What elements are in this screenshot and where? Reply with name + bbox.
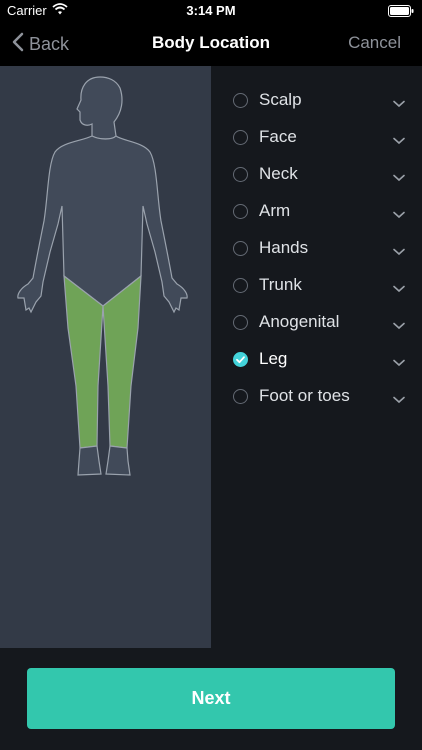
location-label: Face bbox=[259, 127, 297, 146]
location-label: Anogenital bbox=[259, 312, 340, 331]
radio-unchecked-icon[interactable] bbox=[233, 93, 248, 108]
body-figure bbox=[17, 76, 188, 476]
radio-unchecked-icon[interactable] bbox=[233, 241, 248, 256]
body-map-panel bbox=[0, 66, 211, 648]
radio-checked-icon[interactable] bbox=[233, 352, 248, 367]
right-foot[interactable] bbox=[105, 445, 131, 476]
location-label: Hands bbox=[259, 238, 309, 257]
body-torso[interactable] bbox=[17, 135, 188, 314]
left-foot[interactable] bbox=[77, 445, 102, 476]
chevron-down-icon[interactable] bbox=[393, 206, 405, 224]
location-item-anogenital[interactable]: Anogenital bbox=[220, 304, 422, 341]
chevron-down-icon[interactable] bbox=[393, 132, 405, 150]
chevron-down-icon[interactable] bbox=[393, 317, 405, 335]
location-item-arm[interactable]: Arm bbox=[220, 193, 422, 230]
chevron-down-icon[interactable] bbox=[393, 169, 405, 187]
chevron-down-icon[interactable] bbox=[393, 280, 405, 298]
chevron-down-icon[interactable] bbox=[393, 391, 405, 409]
location-label: Neck bbox=[259, 164, 298, 183]
next-button[interactable]: Next bbox=[27, 668, 395, 729]
body-head[interactable] bbox=[76, 76, 123, 140]
location-item-neck[interactable]: Neck bbox=[220, 156, 422, 193]
location-item-leg[interactable]: Leg bbox=[220, 341, 422, 378]
right-leg[interactable] bbox=[102, 274, 142, 449]
location-label: Trunk bbox=[259, 275, 302, 294]
radio-unchecked-icon[interactable] bbox=[233, 315, 248, 330]
radio-unchecked-icon[interactable] bbox=[233, 167, 248, 182]
radio-unchecked-icon[interactable] bbox=[233, 130, 248, 145]
status-time: 3:14 PM bbox=[186, 3, 236, 18]
location-list: Scalp Face Neck Arm Hands Trunk Anogenit… bbox=[220, 82, 422, 415]
location-item-face[interactable]: Face bbox=[220, 119, 422, 156]
cancel-button[interactable]: Cancel bbox=[348, 33, 401, 53]
radio-unchecked-icon[interactable] bbox=[233, 204, 248, 219]
location-item-trunk[interactable]: Trunk bbox=[220, 267, 422, 304]
battery-icon bbox=[388, 5, 414, 20]
status-bar: Carrier 3:14 PM bbox=[0, 0, 422, 22]
location-label: Foot or toes bbox=[259, 386, 350, 405]
location-item-foot-or-toes[interactable]: Foot or toes bbox=[220, 378, 422, 415]
location-label: Arm bbox=[259, 201, 291, 220]
location-label: Scalp bbox=[259, 90, 302, 109]
navigation-bar: Back Body Location Cancel bbox=[0, 22, 422, 66]
radio-unchecked-icon[interactable] bbox=[233, 278, 248, 293]
chevron-down-icon[interactable] bbox=[393, 243, 405, 261]
left-leg[interactable] bbox=[63, 274, 104, 449]
location-item-scalp[interactable]: Scalp bbox=[220, 82, 422, 119]
location-label: Leg bbox=[259, 349, 288, 368]
chevron-down-icon[interactable] bbox=[393, 95, 405, 113]
location-item-hands[interactable]: Hands bbox=[220, 230, 422, 267]
chevron-down-icon[interactable] bbox=[393, 354, 405, 372]
radio-unchecked-icon[interactable] bbox=[233, 389, 248, 404]
